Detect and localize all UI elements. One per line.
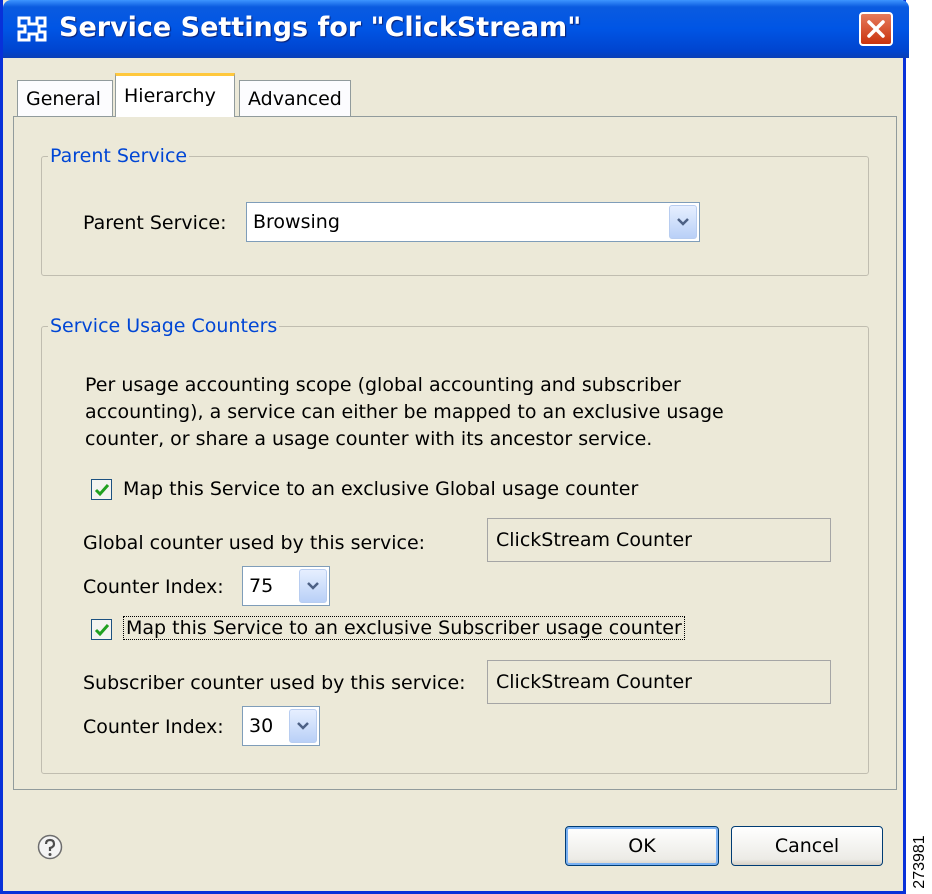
dropdown-button[interactable] [289, 709, 317, 743]
subscriber-counter-checkbox[interactable] [91, 619, 112, 640]
global-counter-label: Global counter used by this service: [83, 532, 426, 554]
global-counter-checkbox[interactable] [91, 479, 112, 500]
cancel-button[interactable]: Cancel [731, 826, 883, 866]
parent-service-value: Browsing [253, 211, 340, 233]
tab-hierarchy[interactable]: Hierarchy [115, 73, 235, 117]
parent-service-select[interactable]: Browsing [246, 202, 700, 242]
close-button[interactable] [859, 12, 893, 46]
checkmark-icon [94, 484, 110, 497]
parent-service-legend: Parent Service [48, 145, 190, 167]
global-counter-value: ClickStream Counter [496, 529, 692, 551]
tab-advanced[interactable]: Advanced [239, 80, 351, 116]
figure-id-label: 273981 [908, 830, 932, 894]
global-counter-checkbox-label[interactable]: Map this Service to an exclusive Global … [123, 478, 638, 500]
title-bar[interactable]: Service Settings for "ClickStream" [3, 0, 909, 58]
subscriber-index-label: Counter Index: [83, 716, 224, 738]
global-index-value: 75 [249, 575, 274, 597]
usage-counters-legend: Service Usage Counters [48, 315, 280, 337]
ok-button[interactable]: OK [565, 826, 719, 866]
chevron-down-icon [677, 218, 689, 226]
subscriber-index-value: 30 [249, 715, 274, 737]
window-title: Service Settings for "ClickStream" [59, 12, 582, 43]
parent-service-label: Parent Service: [83, 212, 227, 234]
subscriber-counter-label: Subscriber counter used by this service: [83, 672, 466, 694]
dropdown-button[interactable] [669, 205, 697, 239]
dialog-window: Service Settings for "ClickStream" Gener… [0, 0, 909, 894]
help-icon[interactable] [37, 834, 63, 860]
subscriber-index-select[interactable]: 30 [242, 706, 320, 746]
global-index-label: Counter Index: [83, 576, 224, 598]
global-index-select[interactable]: 75 [242, 566, 330, 606]
dropdown-button[interactable] [299, 569, 327, 603]
checkmark-icon [94, 624, 110, 637]
chevron-down-icon [307, 582, 319, 590]
usage-counters-description: Per usage accounting scope (global accou… [85, 374, 724, 450]
subscriber-counter-field: ClickStream Counter [487, 660, 831, 704]
global-counter-field: ClickStream Counter [487, 518, 831, 562]
subscriber-counter-checkbox-label[interactable]: Map this Service to an exclusive Subscri… [123, 616, 685, 640]
service-hierarchy-icon [17, 16, 47, 42]
subscriber-counter-value: ClickStream Counter [496, 671, 692, 693]
tab-general[interactable]: General [17, 80, 113, 116]
chevron-down-icon [297, 722, 309, 730]
close-icon [867, 20, 885, 38]
figure-id-text: 273981 [911, 835, 928, 889]
